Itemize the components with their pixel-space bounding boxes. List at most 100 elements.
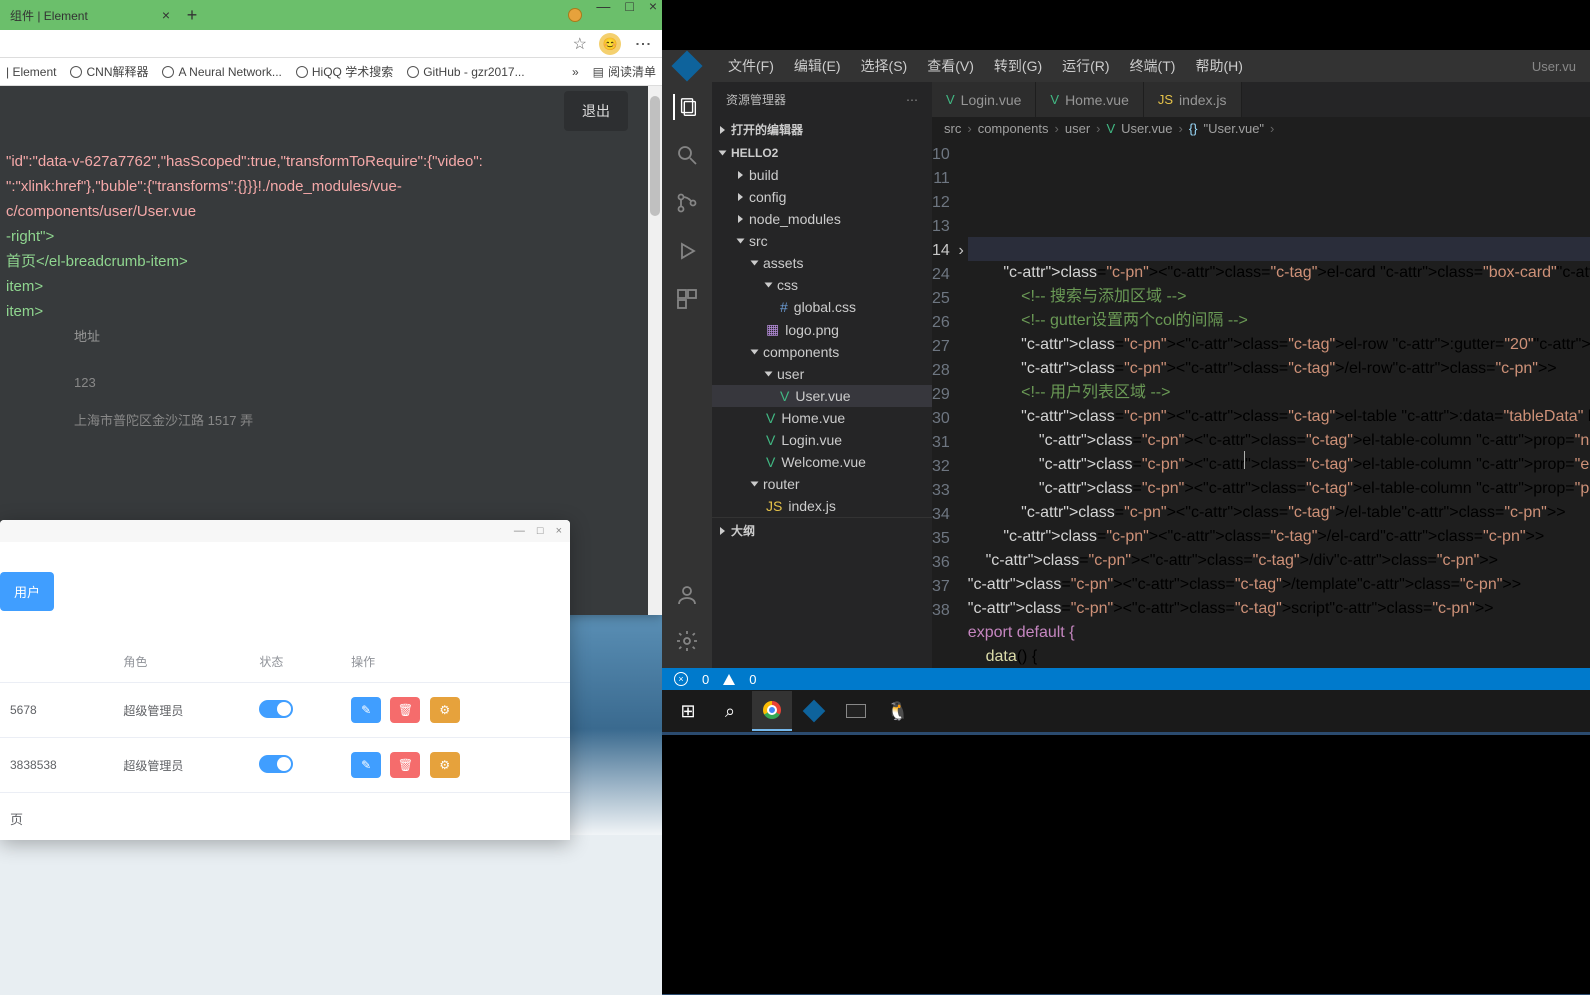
- delete-button[interactable]: 🗑: [390, 752, 420, 778]
- run-debug-icon[interactable]: [674, 238, 700, 264]
- taskbar-search-icon[interactable]: ⌕: [710, 691, 750, 731]
- state-switch[interactable]: [259, 755, 293, 773]
- tree-folder[interactable]: user: [712, 363, 932, 385]
- maximize-icon[interactable]: □: [537, 525, 544, 537]
- state-switch[interactable]: [259, 700, 293, 718]
- tree-file[interactable]: VHome.vue: [712, 407, 932, 429]
- search-icon[interactable]: [674, 142, 700, 168]
- tree-folder[interactable]: src: [712, 230, 932, 252]
- status-bar: × 0 0: [662, 668, 1590, 690]
- code-editor[interactable]: 1011121314242526272829303132333435363738…: [932, 141, 1590, 668]
- project-section[interactable]: HELLO2: [712, 142, 932, 164]
- tree-folder[interactable]: components: [712, 341, 932, 363]
- bookmark-item[interactable]: | Element: [6, 65, 56, 79]
- scrollbar-thumb[interactable]: [650, 96, 660, 216]
- edit-button[interactable]: ✎: [351, 697, 381, 723]
- tree-file[interactable]: #global.css: [712, 296, 932, 318]
- globe-icon: [70, 66, 82, 78]
- add-user-button[interactable]: 用户: [0, 572, 54, 611]
- menu-help[interactable]: 帮助(H): [1195, 56, 1242, 76]
- taskbar-chrome-icon[interactable]: [752, 691, 792, 731]
- bookmark-item[interactable]: A Neural Network...: [162, 65, 281, 79]
- errors-count[interactable]: 0: [702, 672, 709, 687]
- letterbox-top: [662, 0, 1590, 50]
- settings-button[interactable]: ⚙: [430, 752, 460, 778]
- settings-gear-icon[interactable]: [674, 628, 700, 654]
- open-editors-section[interactable]: 打开的编辑器: [712, 117, 932, 142]
- extensions-icon[interactable]: [674, 286, 700, 312]
- source-control-icon[interactable]: [674, 190, 700, 216]
- table-cell: 上海市普陀区金沙江路 1517 弄: [14, 400, 642, 439]
- accounts-icon[interactable]: [674, 582, 700, 608]
- new-tab-button[interactable]: +: [180, 5, 204, 26]
- explorer-icon[interactable]: [673, 94, 699, 120]
- menu-view[interactable]: 查看(V): [927, 56, 974, 76]
- tree-folder[interactable]: config: [712, 186, 932, 208]
- errors-icon[interactable]: ×: [674, 672, 688, 686]
- column-header: 状态: [249, 641, 341, 683]
- warnings-icon[interactable]: [723, 674, 735, 685]
- admin-panel-window: — □ × 用户 角色 状态 操作 5678 超级管理员 ✎ 🗑 ⚙: [0, 520, 570, 840]
- tab-media-icon[interactable]: [568, 8, 582, 22]
- tree-folder[interactable]: assets: [712, 252, 932, 274]
- users-table: 角色 状态 操作 5678 超级管理员 ✎ 🗑 ⚙ 3838538: [0, 641, 570, 793]
- logout-button[interactable]: 退出: [564, 91, 628, 131]
- warnings-count[interactable]: 0: [749, 672, 756, 687]
- menu-selection[interactable]: 选择(S): [861, 56, 908, 76]
- tab-close-icon[interactable]: ×: [162, 7, 170, 23]
- bookmark-item[interactable]: CNN解释器: [70, 63, 148, 80]
- chrome-toolbar: ☆ 😊 ⋮: [0, 30, 662, 58]
- bookmarks-overflow[interactable]: »: [572, 65, 579, 79]
- tree-file-selected[interactable]: VUser.vue: [712, 385, 932, 407]
- taskbar-terminal-icon[interactable]: [836, 691, 876, 731]
- cell-role: 超级管理员: [113, 738, 249, 793]
- close-icon[interactable]: ×: [556, 525, 562, 537]
- page-scrollbar[interactable]: [648, 86, 662, 615]
- taskbar-vscode-icon[interactable]: [794, 691, 834, 731]
- bookmark-item[interactable]: GitHub - gzr2017...: [407, 65, 524, 79]
- menu-terminal[interactable]: 终端(T): [1130, 56, 1176, 76]
- edit-button[interactable]: ✎: [351, 752, 381, 778]
- code-lines[interactable]: <!-- 卡片视图 --> "c-attr">class="c-pn"><"c-…: [968, 141, 1590, 668]
- editor-tab[interactable]: VHome.vue: [1036, 82, 1143, 117]
- minimize-icon[interactable]: —: [596, 0, 610, 14]
- reading-list-button[interactable]: ▤ 阅读清单: [593, 63, 656, 80]
- admin-titlebar: — □ ×: [0, 520, 570, 542]
- menu-file[interactable]: 文件(F): [728, 56, 774, 76]
- start-button[interactable]: ⊞: [668, 691, 708, 731]
- tree-folder[interactable]: node_modules: [712, 208, 932, 230]
- minimize-icon[interactable]: —: [514, 525, 525, 537]
- delete-button[interactable]: 🗑: [390, 697, 420, 723]
- tree-folder[interactable]: build: [712, 164, 932, 186]
- tree-file[interactable]: JSindex.js: [712, 495, 932, 517]
- tree-file[interactable]: VWelcome.vue: [712, 451, 932, 473]
- column-header: [0, 641, 113, 683]
- tree-file[interactable]: VLogin.vue: [712, 429, 932, 451]
- menu-run[interactable]: 运行(R): [1062, 56, 1109, 76]
- tree-folder[interactable]: css: [712, 274, 932, 296]
- close-icon[interactable]: ×: [649, 0, 657, 14]
- maximize-icon[interactable]: □: [625, 0, 633, 14]
- explorer-sidebar: 资源管理器 ⋯ 打开的编辑器 HELLO2 build config node_…: [712, 82, 932, 668]
- sidebar-more-icon[interactable]: ⋯: [906, 93, 918, 107]
- menu-go[interactable]: 转到(G): [994, 56, 1042, 76]
- browser-tab[interactable]: 组件 | Element ×: [0, 2, 180, 28]
- taskbar-app-icon[interactable]: 🐧: [878, 691, 918, 731]
- editor-area: VLogin.vue VHome.vue JSindex.js src› com…: [932, 82, 1590, 668]
- profile-avatar-icon[interactable]: 😊: [599, 33, 621, 55]
- outline-section[interactable]: 大纲: [712, 517, 932, 543]
- editor-breadcrumb[interactable]: src› components› user› VUser.vue› {}"Use…: [932, 117, 1590, 141]
- windows-taskbar: ⊞ ⌕ 🐧: [662, 690, 1590, 732]
- tab-title: 组件 | Element: [10, 7, 88, 24]
- settings-button[interactable]: ⚙: [430, 697, 460, 723]
- bookmark-item[interactable]: HiQQ 学术搜索: [296, 63, 393, 80]
- globe-icon: [162, 66, 174, 78]
- bookmark-star-icon[interactable]: ☆: [573, 34, 587, 54]
- tree-folder[interactable]: router: [712, 473, 932, 495]
- tree-file[interactable]: ▦logo.png: [712, 318, 932, 341]
- menu-edit[interactable]: 编辑(E): [794, 56, 841, 76]
- pagination-text: 页: [0, 793, 570, 840]
- editor-tab[interactable]: VLogin.vue: [932, 82, 1036, 117]
- chrome-menu-icon[interactable]: ⋮: [633, 36, 652, 52]
- editor-tab[interactable]: JSindex.js: [1144, 82, 1242, 117]
